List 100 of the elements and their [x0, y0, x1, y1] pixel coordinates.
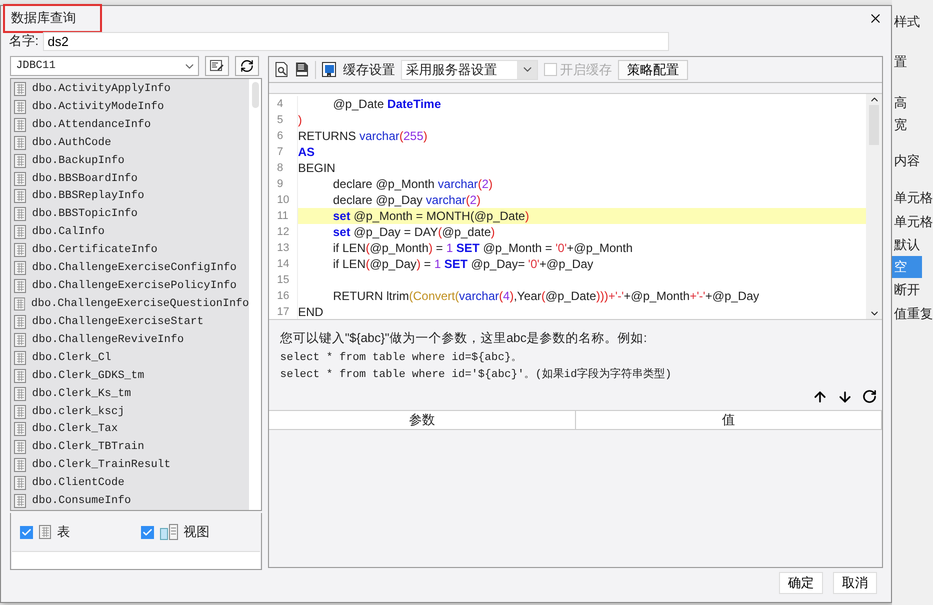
scrollbar[interactable] [866, 94, 882, 319]
table-list-item[interactable]: dbo.AttendanceInfo [11, 116, 249, 134]
ok-button[interactable]: 确定 [779, 572, 823, 594]
hint-text: select * from table where id=${abc}。 [280, 351, 524, 364]
table-icon [14, 189, 26, 204]
table-list-item[interactable]: dbo.Clerk_Ks_tm [11, 384, 249, 403]
background-label: 值重复 [893, 305, 933, 323]
table-list-item[interactable]: dbo.ActivityModeInfo [11, 98, 249, 116]
filter-label: 表 [57, 523, 70, 541]
table-list-item[interactable]: dbo.ClientCode [11, 474, 249, 492]
table-icon [14, 243, 26, 258]
line-number: 7 [276, 146, 284, 158]
table-list-item[interactable]: dbo.ConsumeInfo [11, 492, 249, 510]
sql-editor[interactable] [269, 93, 882, 320]
line-number: 8 [276, 162, 284, 174]
background-label: 默认 [893, 236, 921, 254]
name-label: 名字: [9, 32, 39, 50]
table-icon [14, 458, 26, 472]
line-number: 13 [276, 242, 290, 254]
scrollbar-thumb[interactable] [252, 82, 258, 108]
table-icon [14, 314, 26, 329]
arrow-down-icon [836, 388, 852, 404]
background-label: 高 [893, 94, 908, 112]
hint-text: select * from table where id='${abc}'。(如果id字段为字符串类型) [280, 366, 673, 381]
table-list-item[interactable]: dbo.CertificateInfo [11, 241, 249, 260]
line-number: 5 [276, 114, 284, 126]
refresh-button[interactable] [235, 56, 259, 76]
name-field[interactable]: ds2 [42, 32, 669, 50]
background-label: 内容 [893, 152, 921, 170]
table-icon [14, 350, 26, 365]
hint-text: 您可以键入"${abc}"做为一个参数，这里abc是参数的名称。例如: [280, 330, 648, 347]
table-list-item[interactable]: dbo.BBSTopicInfo [11, 205, 249, 224]
table-icon [14, 118, 26, 132]
line-number: 11 [276, 210, 290, 222]
refresh-icon [240, 59, 254, 73]
table-icon [14, 332, 26, 347]
view-icon [160, 524, 178, 540]
cache-icon[interactable] [322, 62, 337, 78]
refresh-button[interactable] [861, 388, 878, 405]
table-icon [14, 225, 26, 240]
table-icon [14, 207, 26, 222]
table-icon [14, 494, 26, 508]
checkbox[interactable] [140, 526, 154, 538]
table-list-item[interactable]: dbo.BBSBoardInfo [11, 170, 249, 188]
table-list-item[interactable]: dbo.Clerk_GDKS_tm [11, 366, 249, 385]
line-number: 9 [276, 178, 284, 190]
edit-connection-button[interactable] [205, 56, 229, 76]
background-label: 宽 [893, 116, 908, 134]
column-header: 值 [576, 411, 882, 429]
background-label: 单元格 [893, 213, 933, 231]
table-icon [14, 261, 26, 276]
line-number: 15 [276, 274, 290, 286]
connection-select[interactable]: JDBC11 [10, 56, 199, 76]
check-icon [21, 526, 32, 538]
table-icon [14, 82, 26, 96]
table-list-item[interactable]: dbo.ChallengeReviveInfo [11, 330, 249, 349]
line-number: 12 [276, 226, 290, 238]
checkbox[interactable] [20, 526, 33, 538]
table-icon [14, 422, 26, 436]
table-icon [14, 279, 26, 294]
table-icon [14, 154, 26, 168]
policy-config-button[interactable]: 策略配置 [618, 60, 688, 80]
table-list-item[interactable]: dbo.ActivityApplyInfo [11, 80, 249, 98]
table-list-item[interactable]: dbo.BackupInfo [11, 152, 249, 170]
table-list-item[interactable]: dbo.Clerk_TrainResult [11, 456, 249, 474]
table-icon [14, 136, 26, 150]
refresh-icon [862, 389, 877, 404]
check-icon [142, 526, 152, 538]
table-icon [14, 404, 26, 419]
table-list-item[interactable]: dbo.ChallengeExerciseStart [11, 312, 249, 331]
line-number: 4 [276, 98, 284, 110]
background-label: 置 [893, 53, 908, 71]
filter-field[interactable] [12, 551, 260, 569]
table-icon [39, 525, 51, 539]
table-list-item[interactable]: dbo.ChallengeExerciseQuestionInfo [11, 295, 249, 313]
line-number: 17 [276, 306, 290, 318]
background-label: 空 [892, 256, 922, 278]
table-list-item[interactable]: dbo.Clerk_Cl [11, 348, 249, 367]
table-list-item[interactable]: dbo.ChallengeExerciseConfigInfo [11, 259, 249, 278]
sql-file-icon[interactable] [295, 62, 309, 77]
table-list-item[interactable]: dbo.CalInfo [11, 223, 249, 242]
arrow-up-icon [812, 388, 828, 404]
table-list-item[interactable]: dbo.clerk_kscj [11, 402, 249, 421]
background-label: 样式 [893, 13, 921, 31]
table-icon [14, 297, 26, 312]
table-list-item[interactable]: dbo.AuthCode [11, 134, 249, 152]
preview-icon[interactable] [275, 62, 289, 77]
cache-mode-select[interactable]: 采用服务器设置 [401, 60, 538, 80]
table-list-item[interactable]: dbo.Clerk_TBTrain [11, 438, 249, 456]
column-header: 参数 [269, 411, 576, 429]
line-number: 10 [276, 194, 290, 206]
background-label: 单元格 [893, 189, 933, 207]
line-number: 6 [276, 130, 284, 142]
cancel-button[interactable]: 取消 [833, 572, 877, 594]
table-list-item[interactable]: dbo.ChallengeExercisePolicyInfo [11, 277, 249, 296]
table-list-item[interactable]: dbo.Clerk_Tax [11, 420, 249, 438]
table-icon [14, 172, 26, 186]
table-list-item[interactable]: dbo.BBSReplayInfo [11, 188, 249, 206]
table-icon [14, 100, 26, 114]
cache-settings-label: 缓存设置 [343, 60, 395, 78]
